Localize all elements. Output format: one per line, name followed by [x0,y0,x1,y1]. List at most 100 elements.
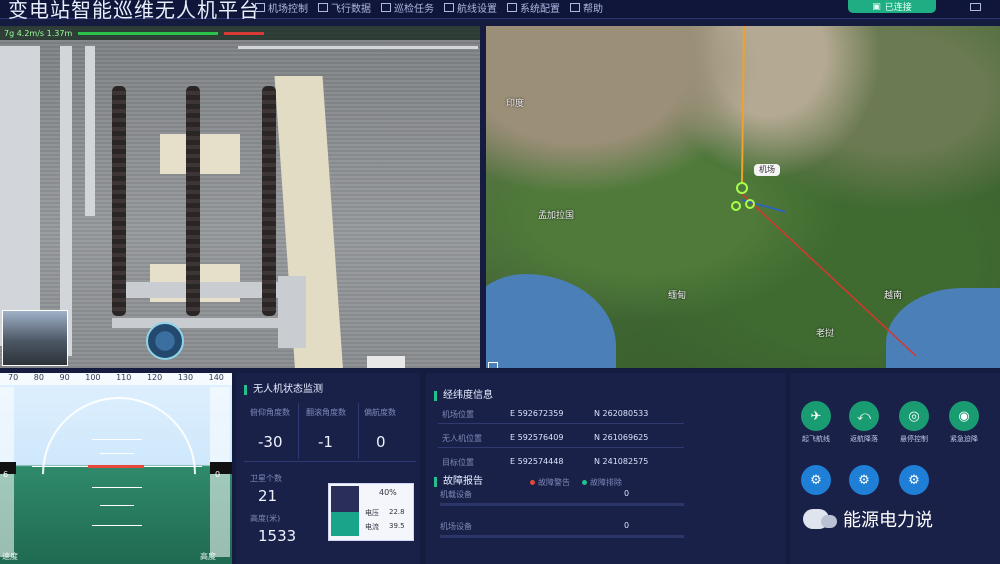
divider [244,461,416,462]
return-button[interactable]: ⤺ 返航降落 [844,401,884,444]
frame-beam [112,318,302,328]
actions-panel: ✈ 起飞航线 ⤺ 返航降落 ◎ 悬停控制 ◉ 紧急迫降 ⚙ ⚙ ⚙ [790,373,1000,564]
map-label: 越南 [884,291,903,301]
zoom-icon: ⚙ [899,465,929,495]
coord-lat: N 241082575 [594,457,649,466]
divider [438,423,684,424]
zoom-button[interactable]: ⚙ [894,465,934,495]
divider [298,403,299,459]
gimbal-button[interactable]: ⚙ [844,465,884,495]
wechat-icon [803,509,837,529]
height-label: 高度(米) [250,514,281,523]
map-panel[interactable]: 孟加拉国 缅甸 老挝 越南 印度 机场 [486,26,1000,368]
heading-label: 偏航度数 [364,408,396,417]
battery-gauge: 40% 电压 22.8 电流 39.5 [328,483,414,541]
nav-item-flight-data[interactable]: 飞行数据 [318,0,371,15]
insulator [262,86,276,316]
coord-lon: E 592672359 [510,409,564,418]
camera-icon: ⚙ [801,465,831,495]
emergency-icon: ◉ [949,401,979,431]
roll-label: 翻滚角度数 [306,408,346,417]
signal-meter [78,31,219,35]
speed-readout: 6 [0,462,16,479]
altitude-label: 高度 [200,552,216,561]
coord-label: 目标位置 [442,458,474,467]
heading-value: 0 [376,433,386,451]
camera-feed-panel[interactable]: 7g 4.2m/s 1.37m [0,26,480,368]
drone-icon: ✈ [801,401,831,431]
nav-item-airport[interactable]: 机场控制 [255,0,308,15]
nav-item-route[interactable]: 航线设置 [444,0,497,15]
planned-route-line [741,26,745,185]
section-title: 故障报告 [434,477,483,487]
task-icon [381,2,391,12]
connect-button[interactable]: ▣ 已连接 [848,0,936,13]
divider [358,403,359,459]
app-window: 变电站智能巡维无人机平台 机场控制 飞行数据 巡检任务 航线设置 系统配置 帮助… [0,0,1000,564]
gimbal-icon: ⚙ [849,465,879,495]
coord-lat: N 262080533 [594,409,649,418]
monitor-icon: ▣ [872,1,881,12]
hover-icon: ◎ [899,401,929,431]
legend-fault-cleared: 故障排除 [582,477,622,488]
section-title: 无人机状态监测 [244,385,323,395]
heading-tape: 70 80 90 100 110 120 130 140 [0,373,232,385]
height-value: 1533 [258,527,297,545]
speed-label: 速度 [2,552,18,561]
nav-item-tasks[interactable]: 巡检任务 [381,0,434,15]
nav-item-config[interactable]: 系统配置 [507,0,560,15]
section-title: 经纬度信息 [434,391,493,401]
satellite-value: 21 [258,487,278,505]
altitude-readout: 0 [210,462,232,479]
airport-marker[interactable]: 机场 [754,164,780,176]
hover-button[interactable]: ◎ 悬停控制 [894,401,934,444]
picture-in-picture[interactable] [2,310,68,366]
camera-status-bar: 7g 4.2m/s 1.37m [0,26,480,40]
map-label: 孟加拉国 [538,211,575,221]
coord-label: 无人机位置 [442,434,482,443]
red-dot-icon [530,480,535,485]
pitch-label: 俯仰角度数 [250,408,290,417]
emergency-button[interactable]: ◉ 紧急迫降 [944,401,984,444]
gear-icon [507,2,517,12]
map-label: 印度 [506,99,525,109]
coord-lon: E 592576409 [510,433,564,442]
lattice-tower [0,46,40,346]
divider [438,447,684,448]
drone-status-panel: 无人机状态监测 俯仰角度数 -30 翻滚角度数 -1 偏航度数 0 卫星个数 2… [236,373,420,564]
camera-ground [0,26,480,368]
compass-icon [146,322,184,360]
help-icon [570,2,580,12]
fault-bar [440,535,684,538]
satellite-label: 卫星个数 [250,474,282,483]
map-fullscreen-icon[interactable] [488,362,498,368]
insulator [112,86,126,316]
waypoint-marker [736,182,748,194]
route-icon [444,2,454,12]
page-title: 变电站智能巡维无人机平台 [8,0,260,22]
fault-row-value: 0 [624,521,630,530]
green-dot-icon [582,480,587,485]
map-label: 老挝 [816,329,835,339]
watermark: 能源电力说 [803,506,933,532]
takeoff-button[interactable]: ✈ 起飞航线 [796,401,836,444]
airport-icon [255,2,265,12]
nav-item-help[interactable]: 帮助 [570,0,603,15]
window-icon[interactable] [970,3,981,11]
insulator [186,86,200,316]
fault-row-value: 0 [624,489,630,498]
pitch-value: -30 [258,433,283,451]
pitch-ladder [92,487,142,488]
camera-button[interactable]: ⚙ [796,465,836,495]
chart-icon [318,2,328,12]
warning-meter [224,31,265,35]
attitude-indicator: 70 80 90 100 110 120 130 140 6 0 速度 高度 [0,373,232,564]
drone-return-icon: ⤺ [849,401,879,431]
aircraft-symbol [88,465,144,472]
map-label: 缅甸 [668,291,687,301]
concrete-pad [160,134,240,174]
coordinates-panel: 经纬度信息 机场位置 E 592672359 N 262080533 无人机位置… [426,373,786,564]
coord-lat: N 261069625 [594,433,649,442]
top-header: 变电站智能巡维无人机平台 机场控制 飞行数据 巡检任务 航线设置 系统配置 帮助… [0,0,1000,22]
pitch-ladder [92,525,142,526]
